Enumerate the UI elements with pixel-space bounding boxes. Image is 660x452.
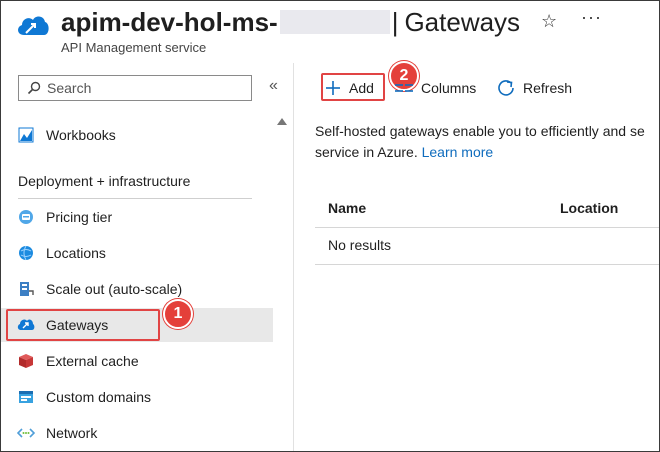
gateways-highlight-box [6,309,160,341]
search-placeholder: Search [47,80,92,96]
scrollbar-up-arrow[interactable] [277,118,287,125]
collapse-sidebar-button[interactable]: « [269,77,278,95]
pricing-tier-icon [17,208,35,226]
app-window: apim-dev-hol-ms- | Gateways ☆ ··· API Ma… [0,0,660,452]
sidebar-item-custom-domains[interactable]: Custom domains [1,380,273,414]
columns-icon [395,84,413,92]
sidebar-item-label: Scale out (auto-scale) [46,281,183,297]
search-icon [27,81,41,95]
sidebar-item-locations[interactable]: Locations [1,236,273,270]
table-row: No results [315,228,659,265]
column-header-location[interactable]: Location [560,200,618,216]
blade-title: Gateways [404,6,521,37]
add-highlight-box [321,73,385,101]
sidebar-item-label: Workbooks [46,127,116,143]
learn-more-link[interactable]: Learn more [422,144,494,160]
network-icon [17,424,35,442]
external-cache-icon [17,352,35,370]
scale-out-icon [17,280,35,298]
redacted-name [279,10,390,34]
workbooks-icon [17,126,35,144]
columns-button[interactable]: Columns [395,75,476,101]
page-title: apim-dev-hol-ms- | Gateways [61,5,520,39]
description-line-2: service in Azure. Learn more [315,142,659,163]
search-input[interactable]: Search [18,75,252,101]
sidebar-item-label: Pricing tier [46,209,113,225]
description-text: service in Azure. [315,144,418,160]
refresh-label: Refresh [523,80,573,96]
refresh-button[interactable]: Refresh [497,75,572,101]
table-header: Name Location [315,191,659,228]
locations-icon [17,244,35,262]
custom-domains-icon [17,388,35,406]
columns-label: Columns [421,80,477,96]
sidebar-item-label: External cache [46,353,139,369]
step-badge-1: 1 [163,299,193,329]
page-subtitle: API Management service [61,40,207,55]
sidebar-item-scale-out[interactable]: Scale out (auto-scale) [1,272,273,306]
resource-name: apim-dev-hol-ms- [61,6,278,37]
ellipsis-icon[interactable]: ··· [581,7,602,28]
section-heading: Deployment + infrastructure [18,173,191,189]
gateways-description: Self-hosted gateways enable you to effic… [315,121,659,163]
sidebar-item-label: Network [46,425,98,441]
empty-table-text: No results [328,237,392,253]
sidebar-item-label: Locations [46,245,106,261]
title-separator: | [391,6,399,37]
sidebar-item-external-cache[interactable]: External cache [1,344,273,378]
pane-divider [293,63,294,451]
api-management-cloud-icon [18,16,49,35]
section-divider [18,198,252,199]
column-header-name[interactable]: Name [328,200,366,216]
sidebar-item-workbooks[interactable]: Workbooks [1,118,273,152]
sidebar-item-pricing-tier[interactable]: Pricing tier [1,200,273,234]
star-icon[interactable]: ☆ [541,11,557,32]
sidebar-item-label: Custom domains [46,389,152,405]
description-line-1: Self-hosted gateways enable you to effic… [315,123,645,139]
sidebar-item-network[interactable]: Network [1,416,273,450]
refresh-icon [498,80,514,96]
